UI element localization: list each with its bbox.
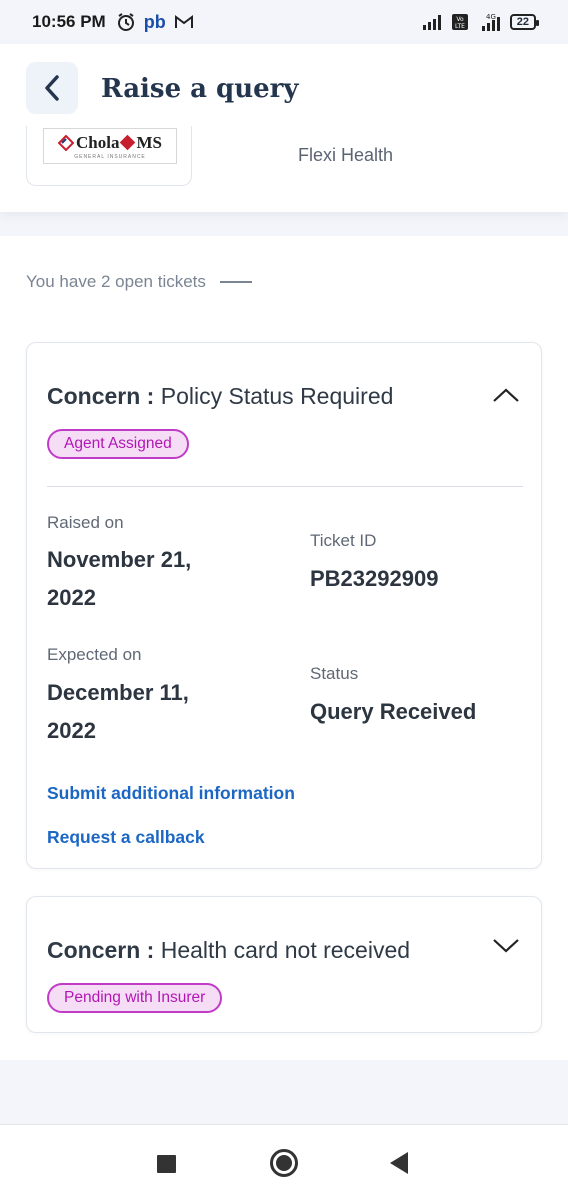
home-icon[interactable]	[270, 1149, 298, 1177]
signal-4g-icon: 4G	[481, 13, 500, 31]
status-badge: Pending with Insurer	[47, 983, 223, 1013]
ticket-concern: Concern : Policy Status Required	[47, 383, 394, 409]
status-time: 10:56 PM	[32, 12, 106, 31]
back-button[interactable]	[26, 62, 78, 114]
ticket-id-value: PB23292909	[310, 566, 439, 591]
header: Raise a query Chola MS GENERAL INSURANCE…	[0, 44, 568, 212]
expected-on-label: Expected on	[47, 645, 142, 664]
chevron-left-icon	[45, 75, 59, 101]
expected-on-value: December 11, 2022	[47, 680, 189, 743]
page-title: Raise a query	[101, 74, 299, 104]
chola-swirl-icon	[58, 134, 75, 151]
battery-icon: 22	[509, 14, 540, 30]
insurer-logo: Chola MS GENERAL INSURANCE	[43, 128, 177, 164]
submit-info-link[interactable]: Submit additional information	[47, 783, 295, 804]
status-value: Query Received	[310, 699, 477, 724]
product-name: Flexi Health	[298, 145, 394, 165]
chevron-up-icon[interactable]	[491, 385, 521, 405]
chevron-down-icon[interactable]	[491, 935, 521, 955]
request-callback-link[interactable]: Request a callback	[47, 827, 205, 848]
back-triangle-icon[interactable]	[390, 1152, 408, 1174]
ticket-card[interactable]: Concern : Health card not received Pendi…	[26, 896, 542, 1033]
svg-text:4G: 4G	[486, 13, 496, 21]
raised-on-value: November 21, 2022	[47, 547, 192, 610]
volte-icon: VoLTE	[451, 14, 468, 30]
tickets-section: You have 2 open tickets Concern : Policy…	[0, 236, 568, 1060]
alarm-icon	[117, 13, 134, 31]
recent-apps-icon[interactable]	[157, 1155, 176, 1173]
divider-line	[219, 281, 252, 283]
pb-app-icon: pb	[143, 11, 166, 32]
status-bar: 10:56 PM pb Vo LTE 4G 22	[0, 0, 568, 44]
signal-icon	[422, 15, 441, 30]
raised-on-label: Raised on	[47, 513, 124, 532]
svg-text:Vo: Vo	[456, 16, 464, 23]
status-badge: Agent Assigned	[47, 429, 189, 459]
system-nav-bar	[0, 1124, 568, 1200]
ticket-concern: Concern : Health card not received	[47, 937, 411, 963]
ticket-id-label: Ticket ID	[310, 531, 377, 550]
insurer-logo-card: Chola MS GENERAL INSURANCE	[26, 126, 192, 186]
ms-diamond-icon	[120, 134, 136, 151]
status-label: Status	[310, 664, 359, 683]
gmail-icon	[174, 15, 193, 28]
card-divider	[47, 486, 523, 487]
ticket-card[interactable]: Concern : Policy Status Required Agent A…	[26, 342, 542, 869]
svg-text:LTE: LTE	[455, 23, 465, 30]
open-tickets-count: You have 2 open tickets	[26, 272, 252, 292]
